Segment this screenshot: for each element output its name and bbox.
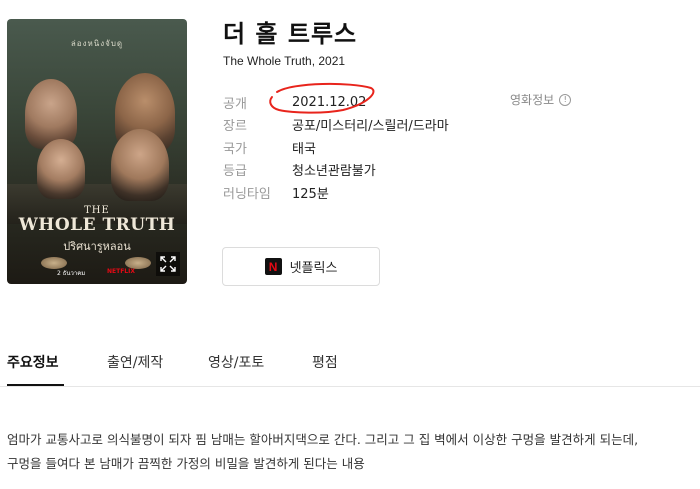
plot-summary: 엄마가 교통사고로 의식불명이 되자 핌 남매는 할아버지댁으로 간다. 그리고…: [7, 428, 697, 476]
info-row-runtime: 러닝타임 125분: [223, 181, 449, 204]
netflix-watch-button[interactable]: N 넷플릭스: [222, 247, 380, 286]
movie-info-label: 영화정보: [510, 93, 555, 107]
poster-figure: [111, 129, 169, 201]
tab-ratings[interactable]: 평점: [312, 352, 338, 372]
info-value-rating: 청소년관람불가: [292, 164, 376, 180]
tab-video-photo[interactable]: 영상/포토: [208, 352, 264, 372]
netflix-button-label: 넷플릭스: [289, 261, 338, 276]
info-label: 러닝타임: [223, 186, 271, 202]
info-label: 등급: [223, 164, 247, 180]
poster-figure: [25, 79, 77, 149]
expand-poster-button[interactable]: [156, 252, 180, 276]
movie-info-link[interactable]: 영화정보 !: [510, 91, 572, 108]
poster-brand: NETFLIX: [107, 268, 135, 275]
netflix-logo-icon: N: [264, 258, 282, 275]
expand-icon: [160, 256, 176, 272]
info-value-country: 태국: [292, 141, 316, 157]
plot-line: 구멍을 들여다 본 남매가 끔찍한 가정의 비밀을 발견하게 된다는 내용: [7, 456, 365, 471]
detail-tabs: 주요정보 출연/제작 영상/포토 평점: [0, 346, 700, 387]
info-row-rating: 등급 청소년관람불가: [223, 159, 449, 182]
info-icon: !: [559, 93, 572, 106]
poster-top-text: ล่องหนิงจับดู: [70, 39, 124, 48]
active-tab-indicator: [7, 384, 64, 386]
annotation-circle: [269, 82, 375, 114]
tab-cast-crew[interactable]: 출연/제작: [107, 352, 163, 372]
movie-title: 더 홀 트루스: [223, 20, 358, 48]
poster-figure: [37, 139, 85, 199]
netflix-logo-letter: N: [268, 259, 278, 274]
poster-release-text: 2 ธันวาคม: [57, 270, 86, 277]
movie-poster[interactable]: ล่องหนิงจับดู THE WHOLE TRUTH ปริศนารูหล…: [7, 19, 187, 284]
info-label: 국가: [223, 141, 247, 157]
plot-line: 엄마가 교통사고로 의식불명이 되자 핌 남매는 할아버지댁으로 간다. 그리고…: [7, 432, 639, 447]
poster-title-line2: WHOLE TRUTH: [18, 215, 176, 235]
info-value-runtime: 125분: [292, 186, 329, 202]
info-row-country: 국가 태국: [223, 136, 449, 159]
movie-subtitle: The Whole Truth, 2021: [223, 54, 346, 68]
tab-main-info[interactable]: 주요정보: [7, 352, 59, 372]
